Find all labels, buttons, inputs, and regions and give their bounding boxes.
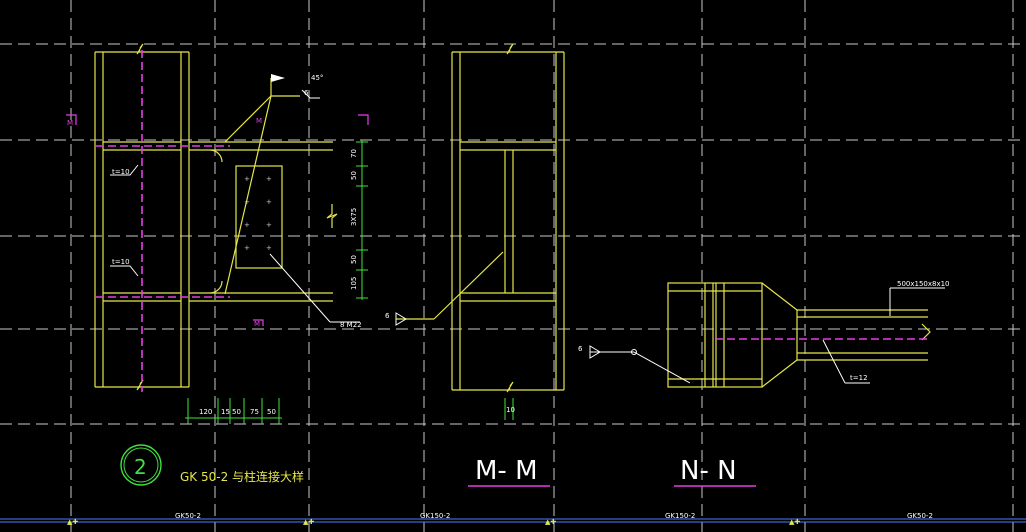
axis-label: GK150-2 <box>665 512 695 520</box>
dimension-text: 50 <box>350 255 358 264</box>
plate-label: t=12 <box>850 374 868 382</box>
beam-elevation <box>189 78 338 302</box>
section-nn-leaders <box>590 287 945 384</box>
weld-flag <box>271 74 285 82</box>
bolt: + <box>266 221 272 229</box>
axis-marker: ▲✚ <box>545 518 556 526</box>
axis-marker: ▲✚ <box>67 518 78 526</box>
centerlines-left <box>96 50 230 392</box>
section-mark-label: M <box>254 320 260 328</box>
cad-drawing-canvas: + + + + + + + + M M M t=10 t=10 6 45° 8 … <box>0 0 1026 532</box>
dimension-text: 50 <box>232 408 241 416</box>
dimension-text: 105 <box>350 277 358 290</box>
dimension-text: 70 <box>350 149 358 158</box>
section-nn-title: N- N <box>680 456 737 486</box>
bolt: + <box>266 198 272 206</box>
dimension-text: 50 <box>267 408 276 416</box>
detail-number: 2 <box>134 455 147 479</box>
bolt-leader <box>269 253 360 323</box>
vertical-dimensions: 70 50 3X75 50 105 <box>350 149 358 290</box>
axis-marker: ▲✚ <box>789 518 800 526</box>
section-mark-label: M <box>256 117 262 125</box>
dimension-text: 50 <box>350 171 358 180</box>
axis-label: GK150-2 <box>420 512 450 520</box>
beam-size-label: 500x150x8x10 <box>897 280 950 288</box>
detail-title: GK 50-2 与柱连接大样 <box>180 469 304 484</box>
weld-leg-label: 6 <box>304 89 309 97</box>
bolt: + <box>244 175 250 183</box>
plate-label: t=10 <box>112 258 130 266</box>
weld-angle-label: 45° <box>311 74 323 82</box>
bolt: + <box>244 221 250 229</box>
axis-marker: ▲✚ <box>303 518 314 526</box>
bolt: + <box>266 244 272 252</box>
dimension-text: 15 <box>221 408 230 416</box>
bolt: + <box>244 244 250 252</box>
bottom-dimensions: 120 15 50 75 50 <box>199 408 276 416</box>
bolt: + <box>244 198 250 206</box>
weld-leg-label: 6 <box>578 345 583 353</box>
plate-label: t=10 <box>112 168 130 176</box>
dimension-text: 120 <box>199 408 212 416</box>
section-mm-bottom-label: 10 <box>506 406 515 414</box>
bolt-label: 8 M22 <box>340 321 362 329</box>
axis-label: GK50-2 <box>907 512 933 520</box>
bolt-group: + + + + + + + + <box>244 175 272 252</box>
weld-leg-label: 6 <box>385 312 390 320</box>
section-mark-label: M <box>67 119 73 127</box>
section-nn-steel <box>667 282 931 388</box>
section-mm-column <box>396 43 565 393</box>
dimension-text: 75 <box>250 408 259 416</box>
axis-label: GK50-2 <box>175 512 201 520</box>
bolt: + <box>266 175 272 183</box>
section-mm-title: M- M <box>475 456 538 486</box>
dimension-text: 3X75 <box>350 208 358 226</box>
bottom-axis <box>0 518 1026 523</box>
